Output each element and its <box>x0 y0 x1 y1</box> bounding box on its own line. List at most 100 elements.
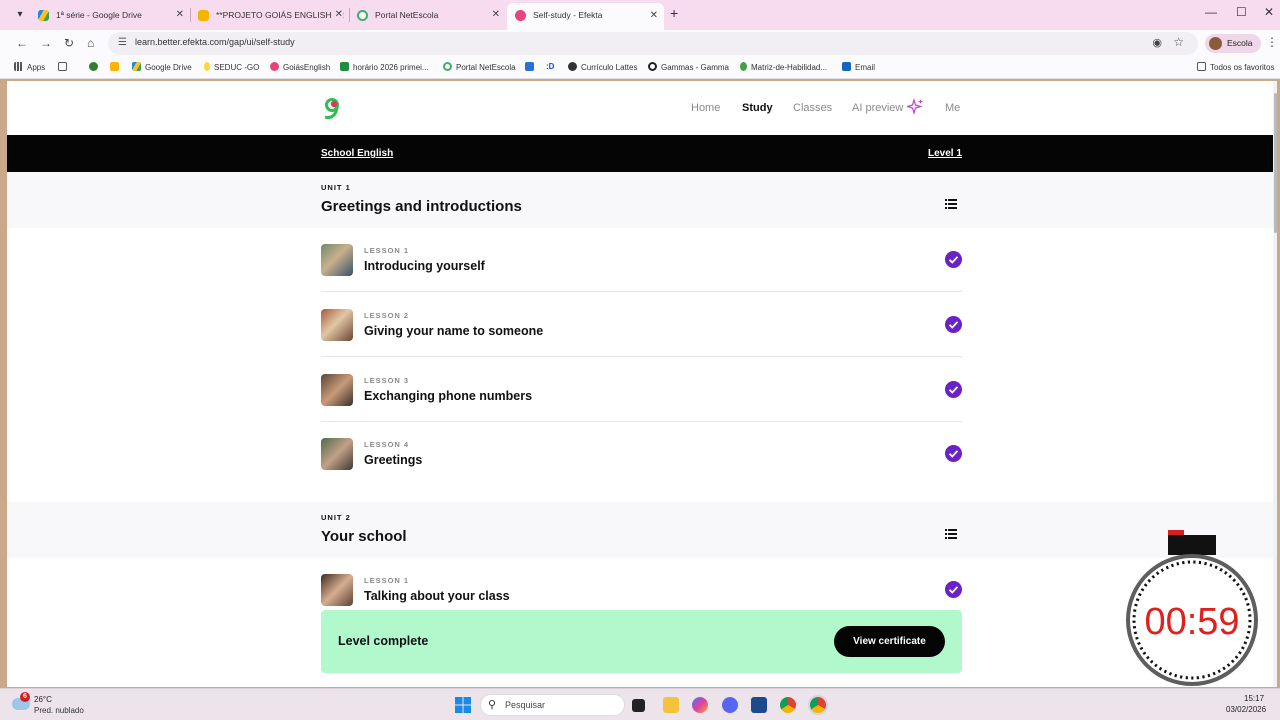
new-tab-button[interactable]: + <box>670 5 678 21</box>
course-name-link[interactable]: School English <box>321 148 393 159</box>
slides-icon <box>198 10 209 21</box>
sparkle-icon <box>907 98 923 115</box>
nav-me[interactable]: Me <box>945 102 960 114</box>
view-certificate-button[interactable]: View certificate <box>834 626 945 657</box>
discord-icon[interactable] <box>722 697 738 713</box>
notification-badge: 6 <box>20 692 30 702</box>
scrollbar-thumb[interactable] <box>1274 93 1277 233</box>
bookmark-d[interactable]: :D <box>546 62 554 71</box>
close-icon[interactable]: ✕ <box>492 4 500 26</box>
google-drive-icon <box>38 10 49 21</box>
check-icon <box>945 445 962 462</box>
unit-label: UNIT 1 <box>321 183 351 192</box>
tab-search-dropdown[interactable]: ▾ <box>10 6 30 24</box>
search-placeholder: Pesquisar <box>505 700 546 710</box>
bookmark-matriz[interactable]: Matriz-de-Habilidad... <box>740 62 827 72</box>
lesson-item[interactable]: LESSON 2 Giving your name to someone <box>321 293 962 357</box>
netescola-icon <box>357 10 368 21</box>
lesson-item[interactable]: LESSON 1 Introducing yourself <box>321 228 962 292</box>
bookmark-apps[interactable]: Apps <box>14 62 45 72</box>
home-icon[interactable]: ⌂ <box>87 36 94 50</box>
task-view-icon[interactable] <box>632 699 645 712</box>
search-icon: ⚲ <box>488 699 497 711</box>
tab-title: **PROJETO GOIÁS ENGLISH - 2 <box>216 10 344 20</box>
file-explorer-icon[interactable] <box>663 697 679 713</box>
bookmark-star-icon[interactable]: ☆ <box>1173 35 1184 49</box>
close-icon[interactable]: ✕ <box>331 4 343 26</box>
profile-label: Escola <box>1227 38 1253 48</box>
check-icon <box>945 251 962 268</box>
reload-icon[interactable]: ↻ <box>64 36 74 50</box>
lesson-thumbnail <box>321 574 353 606</box>
tab-projeto[interactable]: **PROJETO GOIÁS ENGLISH - 2 ✕ <box>190 4 349 26</box>
list-icon[interactable] <box>945 529 957 539</box>
extension-icon <box>89 62 98 71</box>
bookmark-grid[interactable] <box>58 62 71 72</box>
menu-icon[interactable]: ⋮ <box>1266 35 1278 49</box>
tab-google-drive[interactable]: 1ª série - Google Drive ✕ <box>30 4 190 26</box>
forward-icon[interactable]: → <box>40 36 52 50</box>
lesson-label: LESSON 1 <box>364 576 410 585</box>
bookmark-extension[interactable] <box>89 62 102 72</box>
maximize-icon[interactable]: ☐ <box>1236 5 1247 19</box>
lesson-item[interactable]: LESSON 3 Exchanging phone numbers <box>321 358 962 422</box>
close-icon[interactable]: ✕ <box>650 3 658 28</box>
matriz-icon <box>740 62 747 71</box>
bookmark-rm[interactable] <box>525 62 538 72</box>
chrome-icon[interactable] <box>780 697 796 713</box>
tab-title: 1ª série - Google Drive <box>56 10 142 20</box>
timer-display: 00:59 <box>1144 601 1239 643</box>
weather-temp: 26°C <box>34 695 52 704</box>
check-icon <box>945 381 962 398</box>
efekta-icon <box>515 10 526 21</box>
address-bar[interactable]: ☰ learn.better.efekta.com/gap/ui/self-st… <box>108 32 1198 55</box>
bookmark-email[interactable]: Email <box>842 62 875 72</box>
lesson-thumbnail <box>321 309 353 341</box>
close-icon[interactable]: ✕ <box>176 4 184 26</box>
taskbar-search[interactable]: ⚲ Pesquisar <box>480 694 625 716</box>
efekta-logo[interactable] <box>321 97 343 121</box>
bookmark-portal-netescola[interactable]: Portal NetEscola <box>443 62 516 72</box>
bookmark-gamma[interactable]: Gammas - Gamma <box>648 62 729 72</box>
scrollbar[interactable] <box>1273 81 1277 687</box>
tab-portal-netescola[interactable]: Portal NetEscola ✕ <box>349 4 506 26</box>
netescola-icon <box>443 62 452 71</box>
bookmark-horario[interactable]: horário 2026 primei... <box>340 62 429 72</box>
nav-ai-preview[interactable]: AI preview <box>852 102 903 114</box>
bookmark-goias-english[interactable]: GoiásEnglish <box>270 62 330 72</box>
eye-icon[interactable]: ◉ <box>1152 36 1162 49</box>
bookmark-misc[interactable] <box>110 62 123 72</box>
copilot-icon[interactable] <box>692 697 708 713</box>
back-icon[interactable]: ← <box>16 36 28 50</box>
store-icon[interactable] <box>751 697 767 713</box>
folder-icon <box>1197 62 1206 71</box>
bookmark-google-drive[interactable]: Google Drive <box>132 62 192 72</box>
misc-icon <box>110 62 119 71</box>
minimize-icon[interactable]: — <box>1205 5 1217 19</box>
profile-button[interactable]: Escola <box>1205 34 1261 53</box>
bookmark-curriculo-lattes[interactable]: Currículo Lattes <box>568 62 637 72</box>
nav-study[interactable]: Study <box>742 102 773 114</box>
bookmark-all-favorites[interactable]: Todos os favoritos <box>1197 62 1274 72</box>
level-link[interactable]: Level 1 <box>928 148 962 159</box>
close-window-icon[interactable]: ✕ <box>1264 5 1274 19</box>
unit-label: UNIT 2 <box>321 513 351 522</box>
site-info-icon[interactable]: ☰ <box>118 37 127 48</box>
tab-self-study[interactable]: Self-study - Efekta ✕ <box>507 3 664 30</box>
bookmark-seduc[interactable]: SEDUC -GO <box>204 62 259 72</box>
windows-start-icon[interactable] <box>455 697 471 713</box>
lesson-thumbnail <box>321 374 353 406</box>
level-complete-banner: Level complete View certificate <box>321 610 962 673</box>
tab-title: Self-study - Efekta <box>533 10 603 20</box>
list-icon[interactable] <box>945 199 957 209</box>
unit-header: UNIT 2 Your school <box>7 502 1277 558</box>
chrome-active-icon[interactable] <box>810 697 826 713</box>
lesson-label: LESSON 1 <box>364 246 410 255</box>
nav-classes[interactable]: Classes <box>793 102 832 114</box>
lesson-title: Greetings <box>364 453 423 467</box>
nav-home[interactable]: Home <box>691 102 720 114</box>
timer-widget: 00:59 <box>1126 530 1258 686</box>
gamma-icon <box>648 62 657 71</box>
lesson-item[interactable]: LESSON 4 Greetings <box>321 422 962 486</box>
lesson-thumbnail <box>321 244 353 276</box>
